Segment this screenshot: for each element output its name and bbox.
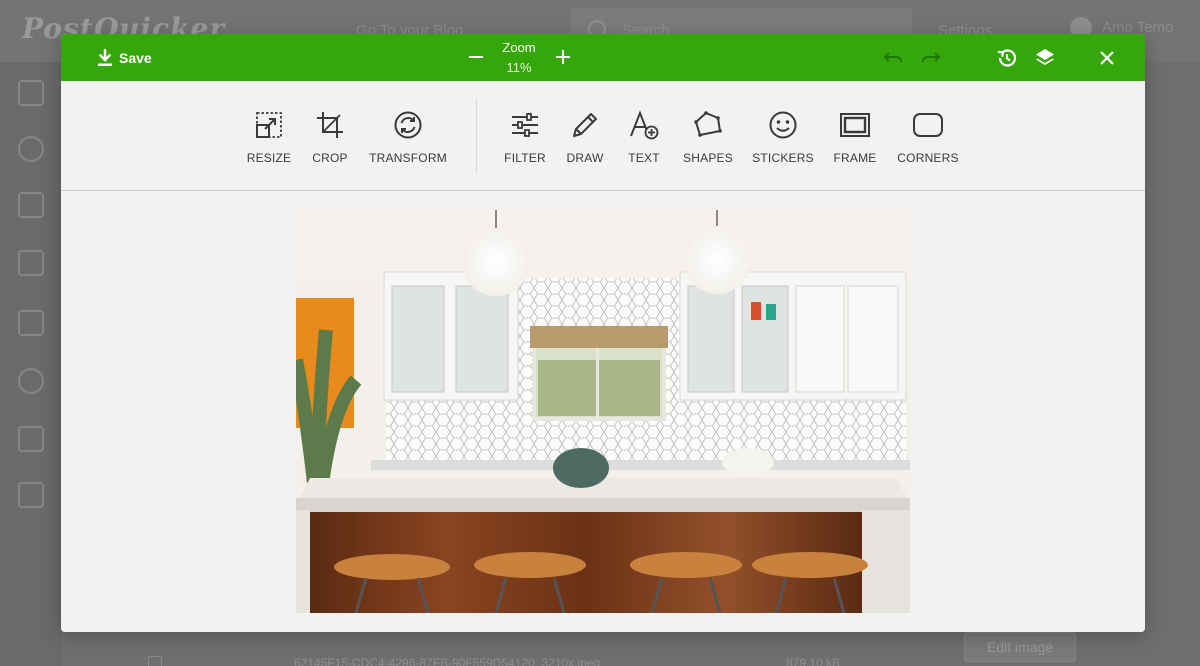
file-row: 62145F15-CDC4-4296-87FB-90F559D54120_321… bbox=[116, 632, 1200, 666]
minus-icon bbox=[469, 56, 483, 58]
tool-label: DRAW bbox=[566, 151, 604, 165]
redo-icon bbox=[922, 52, 941, 63]
pencil-icon bbox=[573, 113, 597, 137]
tool-label: FRAME bbox=[833, 151, 877, 165]
history-button[interactable] bbox=[995, 46, 1019, 70]
zoom-value: 11% bbox=[506, 60, 532, 75]
file-size: 879.10 kB bbox=[786, 656, 841, 666]
corners-icon bbox=[913, 113, 943, 137]
save-label: Save bbox=[119, 50, 152, 66]
tool-crop[interactable]: CROP bbox=[288, 109, 372, 171]
shapes-icon bbox=[694, 111, 722, 137]
app-sidebar bbox=[0, 62, 62, 666]
filter-icon bbox=[512, 113, 538, 137]
tool-label: TRANSFORM bbox=[369, 151, 447, 165]
close-button[interactable] bbox=[1095, 46, 1119, 70]
kitchen-photo-image bbox=[296, 210, 910, 613]
megaphone-icon[interactable] bbox=[18, 310, 44, 336]
toolbar-divider bbox=[476, 99, 477, 173]
download-icon bbox=[98, 49, 112, 66]
edit-image-button[interactable]: Edit image bbox=[964, 632, 1076, 662]
text-icon bbox=[630, 110, 659, 140]
briefcase-icon[interactable] bbox=[18, 482, 44, 508]
history-icon bbox=[997, 49, 1017, 67]
tool-frame[interactable]: FRAME bbox=[813, 109, 897, 171]
users-icon[interactable] bbox=[18, 368, 44, 394]
editor-canvas[interactable] bbox=[61, 192, 1145, 632]
home-icon[interactable] bbox=[18, 80, 44, 106]
tool-label: SHAPES bbox=[683, 151, 733, 165]
undo-button[interactable] bbox=[881, 46, 905, 70]
close-icon bbox=[1100, 51, 1114, 65]
tool-corners[interactable]: CORNERS bbox=[886, 109, 970, 171]
tool-label: CORNERS bbox=[897, 151, 959, 165]
monitor-icon[interactable] bbox=[18, 426, 44, 452]
redo-button[interactable] bbox=[919, 46, 943, 70]
layers-icon bbox=[1036, 49, 1054, 65]
zoom-in-button[interactable] bbox=[551, 45, 575, 69]
edited-photo[interactable] bbox=[296, 210, 910, 613]
tool-label: TEXT bbox=[628, 151, 660, 165]
row-checkbox[interactable] bbox=[148, 656, 162, 666]
crop-icon bbox=[317, 112, 343, 138]
save-button[interactable]: Save bbox=[97, 47, 152, 69]
undo-icon bbox=[883, 52, 902, 63]
frame-icon bbox=[840, 113, 870, 137]
tool-label: FILTER bbox=[504, 151, 546, 165]
zoom-label: Zoom bbox=[502, 40, 536, 55]
tool-shapes[interactable]: SHAPES bbox=[666, 109, 750, 171]
tool-label: CROP bbox=[312, 151, 348, 165]
tool-transform[interactable]: TRANSFORM bbox=[366, 109, 450, 171]
transform-icon bbox=[394, 111, 422, 139]
editor-toolbar: RESIZE CROP TRANSFORM FILTER DRAW TEXT S… bbox=[61, 81, 1145, 191]
tool-label: RESIZE bbox=[246, 151, 292, 165]
list-icon[interactable] bbox=[18, 192, 44, 218]
add-icon[interactable] bbox=[18, 136, 44, 162]
media-icon[interactable] bbox=[18, 250, 44, 276]
smiley-icon bbox=[769, 111, 797, 139]
plus-icon bbox=[556, 50, 570, 64]
layers-button[interactable] bbox=[1033, 46, 1057, 70]
resize-icon bbox=[256, 112, 282, 138]
file-name: 62145F15-CDC4-4296-87FB-90F559D54120_321… bbox=[294, 656, 601, 666]
image-editor-modal: Save Zoom 11% RESIZE CROP TRANSFORM FILT… bbox=[61, 34, 1145, 632]
tool-label: STICKERS bbox=[752, 151, 814, 165]
editor-topbar: Save Zoom 11% bbox=[61, 34, 1145, 81]
